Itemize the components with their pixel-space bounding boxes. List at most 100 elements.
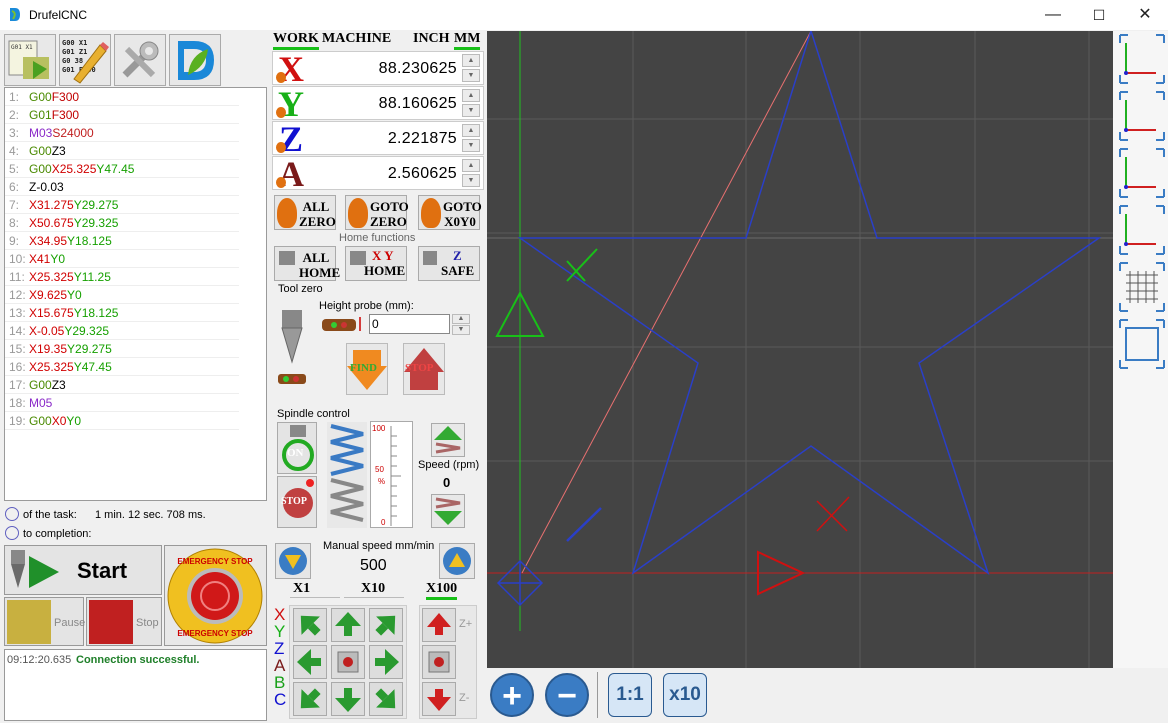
jog-down-left-button[interactable] xyxy=(293,682,327,716)
tab-mm[interactable]: MM xyxy=(454,32,481,50)
stop-button[interactable]: Stop xyxy=(86,597,162,646)
maximize-button[interactable]: ☐ xyxy=(1076,0,1122,30)
jog-axis-letter[interactable]: X xyxy=(274,606,285,623)
code-line[interactable]: 5: G00X25.325Y47.45 xyxy=(5,160,239,178)
code-line[interactable]: 12: X9.625Y0 xyxy=(5,286,239,304)
start-button[interactable]: Start xyxy=(4,545,162,595)
code-line[interactable]: 7: X31.275Y29.275 xyxy=(5,196,239,214)
code-line[interactable]: 18: M05 xyxy=(5,394,239,412)
axis-decrement-button[interactable]: ▼ xyxy=(462,174,480,187)
axis-increment-button[interactable]: ▲ xyxy=(462,159,480,172)
all-home-button[interactable]: ALL HOME xyxy=(274,246,340,281)
axis-increment-button[interactable]: ▲ xyxy=(462,54,480,67)
view-xy-button[interactable] xyxy=(1118,33,1166,85)
frame-toggle-button[interactable] xyxy=(1118,318,1166,370)
code-line[interactable]: 2: G01F300 xyxy=(5,106,239,124)
spindle-on-button[interactable]: ON xyxy=(277,422,317,474)
drufel-logo-button[interactable] xyxy=(169,34,221,86)
zoom-1to1-button[interactable]: 1:1 xyxy=(608,673,652,717)
jog-z-minus-button[interactable] xyxy=(422,682,456,716)
probe-up-button[interactable]: ▲ xyxy=(452,314,470,324)
spindle-speed-slider[interactable]: 100 50 % 0 xyxy=(370,421,413,528)
code-line[interactable]: 6: Z-0.03 xyxy=(5,178,239,196)
find-button[interactable]: FIND xyxy=(346,343,388,395)
tab-machine[interactable]: MACHINE xyxy=(322,32,391,46)
code-line[interactable]: 9: X34.95Y18.125 xyxy=(5,232,239,250)
axis-value[interactable]: 88.160625 xyxy=(379,95,457,113)
axis-zero-icon[interactable] xyxy=(276,107,286,118)
toolpath-canvas[interactable] xyxy=(487,28,1113,668)
axis-zero-icon[interactable] xyxy=(276,72,286,83)
z-safe-button[interactable]: Z SAFE xyxy=(418,246,480,281)
jog-axis-letter[interactable]: Z xyxy=(274,640,284,657)
jog-z-plus-button[interactable] xyxy=(422,608,456,642)
axis-increment-button[interactable]: ▲ xyxy=(462,89,480,102)
zoom-in-button[interactable]: + xyxy=(490,673,534,717)
jog-z-stop-button[interactable] xyxy=(422,645,456,679)
xy-home-button[interactable]: X Y HOME xyxy=(345,246,407,281)
view-xz-button[interactable] xyxy=(1118,90,1166,142)
spindle-speed-down-button[interactable] xyxy=(431,494,465,528)
axis-zero-icon[interactable] xyxy=(276,142,286,153)
step-x10-button[interactable]: X10 xyxy=(361,581,385,597)
jog-right-button[interactable] xyxy=(369,645,403,679)
code-line[interactable]: 8: X50.675Y29.325 xyxy=(5,214,239,232)
goto-x0y0-button[interactable]: GOTO X0Y0 xyxy=(418,195,482,230)
axis-value[interactable]: 2.560625 xyxy=(388,165,457,183)
jog-down-button[interactable] xyxy=(331,682,365,716)
spindle-stop-button[interactable]: STOP xyxy=(277,476,317,528)
axis-value[interactable]: 88.230625 xyxy=(379,60,457,78)
axis-decrement-button[interactable]: ▼ xyxy=(462,104,480,117)
emergency-stop-button[interactable]: EMERGENCY STOP EMERGENCY STOP xyxy=(164,545,267,646)
view-yz-button[interactable] xyxy=(1118,147,1166,199)
jog-axis-letter[interactable]: C xyxy=(274,691,286,708)
jog-down-right-button[interactable] xyxy=(369,682,403,716)
grid-toggle-button[interactable] xyxy=(1118,261,1166,313)
step-x1-button[interactable]: X1 xyxy=(293,581,310,597)
jog-stop-button[interactable] xyxy=(331,645,365,679)
axis-decrement-button[interactable]: ▼ xyxy=(462,139,480,152)
axis-value[interactable]: 2.221875 xyxy=(388,130,457,148)
jog-up-right-button[interactable] xyxy=(369,608,403,642)
code-line[interactable]: 17: G00Z3 xyxy=(5,376,239,394)
step-x100-button[interactable]: X100 xyxy=(426,581,458,600)
spindle-speed-up-button[interactable] xyxy=(431,423,465,457)
jog-up-left-button[interactable] xyxy=(293,608,327,642)
jog-axis-letter[interactable]: A xyxy=(274,657,285,674)
axis-increment-button[interactable]: ▲ xyxy=(462,124,480,137)
pause-button[interactable]: Pause xyxy=(4,597,85,646)
minimize-button[interactable]: — xyxy=(1030,0,1076,30)
close-button[interactable]: ✕ xyxy=(1122,0,1168,30)
settings-button[interactable] xyxy=(114,34,166,86)
code-line[interactable]: 15: X19.35Y29.275 xyxy=(5,340,239,358)
code-line[interactable]: 4: G00Z3 xyxy=(5,142,239,160)
code-line[interactable]: 16: X25.325Y47.45 xyxy=(5,358,239,376)
gcode-editor-button[interactable]: G00 X1 G01 Z1 G0 38 G01 F300 xyxy=(59,34,111,86)
jog-up-button[interactable] xyxy=(331,608,365,642)
all-zero-button[interactable]: ALL ZERO xyxy=(274,195,336,230)
code-line[interactable]: 14: X-0.05Y29.325 xyxy=(5,322,239,340)
zoom-x10-button[interactable]: x10 xyxy=(663,673,707,717)
code-line[interactable]: 19: G00X0Y0 xyxy=(5,412,239,430)
gcode-listing[interactable]: 1: G00F300 2: G01F300 3: M03S24000 4: G00Z3 5: G0… xyxy=(4,87,267,501)
goto-zero-button[interactable]: GOTO ZERO xyxy=(345,195,409,230)
tab-work[interactable]: WORK xyxy=(273,32,319,50)
code-line[interactable]: 13: X15.675Y18.125 xyxy=(5,304,239,322)
open-file-button[interactable]: G01 X1 xyxy=(4,34,56,86)
jog-axis-letter[interactable]: Y xyxy=(274,623,285,640)
code-line[interactable]: 10: X41Y0 xyxy=(5,250,239,268)
code-line[interactable]: 11: X25.325Y11.25 xyxy=(5,268,239,286)
probe-stop-button[interactable]: STOP xyxy=(403,343,445,395)
jog-left-button[interactable] xyxy=(293,645,327,679)
code-line[interactable]: 3: M03S24000 xyxy=(5,124,239,142)
probe-height-input[interactable]: 0 xyxy=(369,314,450,334)
probe-down-button[interactable]: ▼ xyxy=(452,325,470,335)
axis-zero-icon[interactable] xyxy=(276,177,286,188)
axis-decrement-button[interactable]: ▼ xyxy=(462,69,480,82)
tab-inch[interactable]: INCH xyxy=(413,32,450,46)
zoom-out-button[interactable]: − xyxy=(545,673,589,717)
view-3d-button[interactable] xyxy=(1118,204,1166,256)
code-line[interactable]: 1: G00F300 xyxy=(5,88,239,106)
jog-speed-up-button[interactable] xyxy=(439,543,475,579)
jog-axis-letter[interactable]: B xyxy=(274,674,285,691)
